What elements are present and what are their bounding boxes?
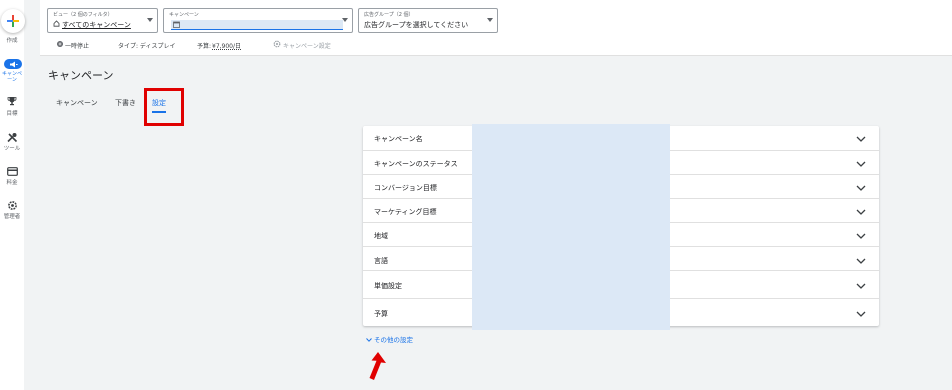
chevron-down-icon bbox=[856, 161, 866, 167]
adgroup-selector[interactable]: 広告グループ（2 個） 広告グループを選択してください bbox=[358, 8, 498, 33]
nav-admin-label[interactable]: 管理者 bbox=[0, 214, 24, 221]
nav-goals[interactable] bbox=[5, 95, 19, 107]
home-icon bbox=[53, 20, 60, 27]
nav-tools[interactable] bbox=[5, 131, 19, 143]
redacted-area bbox=[472, 124, 670, 330]
view-selector[interactable]: ビュー（2 個のフィルタ） すべてのキャンペーン bbox=[47, 8, 158, 33]
caret-down-icon bbox=[147, 18, 153, 22]
chevron-down-icon bbox=[856, 209, 866, 215]
settings-row-label: マーケティング目標 bbox=[374, 208, 437, 216]
campaign-settings-link[interactable]: キャンペーン設定 bbox=[283, 41, 331, 50]
campaign-selector[interactable]: キャンペーン bbox=[163, 8, 353, 33]
billing-icon bbox=[6, 166, 18, 176]
nav-campaigns[interactable] bbox=[4, 59, 22, 69]
nav-billing-label[interactable]: 料金 bbox=[0, 180, 24, 187]
annotation-highlight-box bbox=[144, 88, 184, 126]
nav-billing[interactable] bbox=[5, 165, 19, 177]
settings-row-label: 予算 bbox=[374, 310, 388, 318]
gear-icon bbox=[273, 40, 281, 48]
more-settings-label: その他の設定 bbox=[374, 336, 413, 344]
chevron-down-icon bbox=[856, 233, 866, 239]
nav-campaigns-label[interactable]: キャンペーン bbox=[0, 71, 24, 83]
tools-icon bbox=[6, 132, 17, 142]
chevron-down-icon bbox=[856, 185, 866, 191]
create-button[interactable] bbox=[1, 9, 25, 33]
chevron-down-icon bbox=[366, 338, 372, 342]
settings-row-label: 単価設定 bbox=[374, 282, 402, 290]
left-nav-rail: 作成 キャンペーン 目標 ツール 料金 管理者 bbox=[0, 0, 25, 390]
view-selector-value: すべてのキャンペーン bbox=[62, 21, 131, 29]
chevron-down-icon bbox=[856, 258, 866, 264]
adgroup-selector-value: 広告グループを選択してください bbox=[364, 21, 469, 29]
nav-goals-label[interactable]: 目標 bbox=[0, 111, 24, 118]
campaign-selector-caption: キャンペーン bbox=[169, 12, 199, 18]
budget-value[interactable]: ¥7,900/日 bbox=[212, 41, 241, 50]
chevron-down-icon bbox=[856, 136, 866, 142]
tab-drafts[interactable]: 下書き bbox=[115, 98, 136, 108]
settings-row-label: 地域 bbox=[374, 232, 388, 240]
admin-gear-icon bbox=[7, 200, 17, 210]
settings-row-label: キャンペーン名 bbox=[374, 135, 423, 143]
plus-icon bbox=[7, 15, 19, 27]
page-title: キャンペーン bbox=[48, 69, 114, 82]
create-label: 作成 bbox=[6, 38, 18, 44]
chevron-down-icon bbox=[856, 283, 866, 289]
caret-down-icon bbox=[342, 18, 348, 22]
caret-down-icon bbox=[487, 18, 493, 22]
campaign-selector-input[interactable] bbox=[171, 20, 343, 30]
settings-row-label: コンバージョン目標 bbox=[374, 184, 437, 192]
campaign-status[interactable]: 一時停止 bbox=[65, 41, 89, 50]
nav-admin[interactable] bbox=[5, 199, 19, 211]
campaign-type: タイプ: ディスプレイ bbox=[118, 43, 176, 50]
more-settings-link[interactable]: その他の設定 bbox=[366, 334, 413, 344]
campaign-icon bbox=[9, 61, 18, 67]
annotation-arrow-icon bbox=[369, 352, 386, 380]
view-selector-caption: ビュー（2 個のフィルタ） bbox=[53, 12, 113, 18]
settings-row-label: キャンペーンのステータス bbox=[374, 160, 458, 168]
pause-status-icon bbox=[57, 41, 63, 47]
chevron-down-icon bbox=[856, 311, 866, 317]
trophy-icon bbox=[7, 97, 17, 106]
adgroup-selector-caption: 広告グループ（2 個） bbox=[364, 12, 414, 18]
nav-tools-label[interactable]: ツール bbox=[0, 146, 24, 153]
campaign-header: ビュー（2 個のフィルタ） すべてのキャンペーン キャンペーン 広告グループ（2… bbox=[40, 0, 952, 56]
settings-row-label: 言語 bbox=[374, 257, 388, 265]
calendar-icon bbox=[173, 21, 180, 28]
tab-campaigns[interactable]: キャンペーン bbox=[56, 98, 98, 108]
budget-label: 予算: bbox=[197, 43, 212, 50]
